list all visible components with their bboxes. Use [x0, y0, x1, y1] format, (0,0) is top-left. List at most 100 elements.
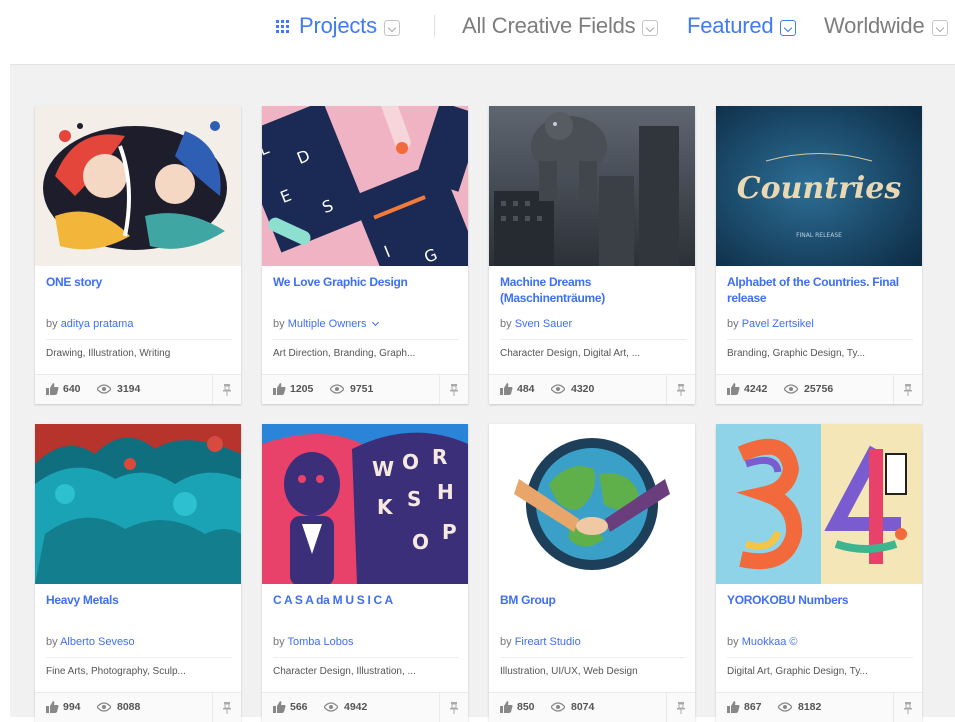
creative-fields: Digital Art, Graphic Design, Ty...	[727, 657, 913, 677]
project-card[interactable]: ONE story by aditya pratama Drawing, Ill…	[35, 106, 241, 404]
divider	[434, 15, 435, 37]
thumbs-up-icon	[727, 383, 740, 395]
artwork-letter: O	[412, 530, 429, 554]
pin-icon	[904, 701, 912, 714]
project-stats: 1205 9751	[262, 374, 468, 404]
owner-link[interactable]: Tomba Lobos	[287, 636, 353, 648]
location-filter[interactable]: Worldwide	[824, 12, 948, 40]
pin-icon	[223, 701, 231, 714]
creative-fields-filter[interactable]: All Creative Fields	[462, 12, 659, 40]
project-thumbnail[interactable]: W O R K S H O P	[262, 424, 468, 584]
artwork-letter: O	[402, 450, 419, 474]
creative-fields: Fine Arts, Photography, Sculp...	[46, 657, 232, 677]
views: 8182	[778, 701, 821, 713]
project-thumbnail[interactable]	[35, 424, 241, 584]
pin-icon	[904, 383, 912, 396]
creative-fields-label: All Creative Fields	[462, 13, 636, 38]
appreciations: 994	[46, 701, 81, 713]
project-stats: 640 3194	[35, 374, 241, 404]
collection-button[interactable]	[439, 375, 468, 404]
project-card[interactable]: Countries FINAL RELEASE Alphabet of the …	[716, 106, 922, 404]
grid-icon	[276, 19, 289, 33]
project-title[interactable]: Heavy Metals	[46, 592, 232, 608]
project-card[interactable]: YOROKOBU Numbers by Muokkaa © Digital Ar…	[716, 424, 922, 722]
project-stats: 4242 25756	[716, 374, 922, 404]
thumbs-up-icon	[46, 383, 59, 395]
project-owner: by Muokkaa ©	[727, 636, 798, 648]
project-owner: by Alberto Seveso	[46, 636, 135, 648]
eye-icon	[97, 384, 111, 394]
project-thumbnail[interactable]: L D E S I G	[262, 106, 468, 266]
project-stats: 867 8182	[716, 692, 922, 722]
artwork-letter: H	[437, 480, 454, 504]
project-card[interactable]: BM Group by Fireart Studio Illustration,…	[489, 424, 695, 722]
views: 3194	[97, 383, 140, 395]
collection-button[interactable]	[212, 375, 241, 404]
owner-link[interactable]: aditya pratama	[61, 318, 134, 330]
eye-icon	[778, 702, 792, 712]
thumbs-up-icon	[500, 701, 513, 713]
owner-link[interactable]: Sven Sauer	[515, 318, 572, 330]
project-thumbnail[interactable]	[716, 424, 922, 584]
project-card[interactable]: Heavy Metals by Alberto Seveso Fine Arts…	[35, 424, 241, 722]
owner-link[interactable]: Multiple Owners	[288, 318, 367, 330]
creative-fields: Drawing, Illustration, Writing	[46, 339, 232, 359]
project-card[interactable]: Machine Dreams (Maschinenträume) by Sven…	[489, 106, 695, 404]
views: 4942	[324, 701, 367, 713]
eye-icon	[330, 384, 344, 394]
pin-icon	[677, 701, 685, 714]
eye-icon	[324, 702, 338, 712]
pin-icon	[450, 701, 458, 714]
project-title[interactable]: BM Group	[500, 592, 686, 608]
owner-link[interactable]: Muokkaa ©	[742, 636, 798, 648]
project-card[interactable]: L D E S I G We Love Graphic Design by Mu…	[262, 106, 468, 404]
project-title[interactable]: Alphabet of the Countries. Final release	[727, 274, 913, 306]
thumbs-up-icon	[500, 383, 513, 395]
owner-link[interactable]: Fireart Studio	[515, 636, 581, 648]
chevron-down-icon[interactable]	[371, 318, 379, 327]
owner-link[interactable]: Pavel Zertsikel	[742, 318, 814, 330]
collection-button[interactable]	[666, 693, 695, 722]
appreciations: 4242	[727, 383, 767, 395]
views: 25756	[784, 383, 833, 395]
views: 8074	[551, 701, 594, 713]
appreciations: 867	[727, 701, 762, 713]
appreciations: 640	[46, 383, 81, 395]
creative-fields: Art Direction, Branding, Graph...	[273, 339, 459, 359]
project-title[interactable]: C A S A da M U S I C A	[273, 592, 459, 608]
project-thumbnail[interactable]: Countries FINAL RELEASE	[716, 106, 922, 266]
project-title[interactable]: We Love Graphic Design	[273, 274, 459, 290]
eye-icon	[97, 702, 111, 712]
artwork-letter: W	[372, 457, 394, 481]
artwork-letter: K	[377, 495, 394, 519]
project-thumbnail[interactable]	[35, 106, 241, 266]
project-owner: by Multiple Owners	[273, 318, 379, 330]
project-title[interactable]: ONE story	[46, 274, 232, 290]
chevron-down-icon	[780, 20, 797, 36]
collection-button[interactable]	[893, 375, 922, 404]
collection-button[interactable]	[893, 693, 922, 722]
featured-label: Featured	[687, 13, 774, 38]
project-owner: by Fireart Studio	[500, 636, 581, 648]
collection-button[interactable]	[212, 693, 241, 722]
project-card[interactable]: W O R K S H O P C A S A da M U S I C A b…	[262, 424, 468, 722]
collection-button[interactable]	[666, 375, 695, 404]
creative-fields: Illustration, UI/UX, Web Design	[500, 657, 686, 677]
owner-link[interactable]: Alberto Seveso	[60, 636, 135, 648]
project-owner: by Tomba Lobos	[273, 636, 354, 648]
project-title[interactable]: YOROKOBU Numbers	[727, 592, 913, 608]
project-title[interactable]: Machine Dreams (Maschinenträume)	[500, 274, 686, 306]
project-owner: by aditya pratama	[46, 318, 134, 330]
thumbs-up-icon	[273, 383, 286, 395]
collection-button[interactable]	[439, 693, 468, 722]
appreciations: 484	[500, 383, 535, 395]
location-label: Worldwide	[824, 13, 925, 38]
featured-filter[interactable]: Featured	[687, 12, 797, 40]
projects-filter[interactable]: Projects	[276, 12, 400, 40]
project-grid: ONE story by aditya pratama Drawing, Ill…	[10, 64, 955, 722]
views: 9751	[330, 383, 373, 395]
chevron-down-icon	[642, 20, 659, 36]
project-thumbnail[interactable]	[489, 424, 695, 584]
project-thumbnail[interactable]	[489, 106, 695, 266]
artwork-text: FINAL RELEASE	[796, 232, 842, 239]
